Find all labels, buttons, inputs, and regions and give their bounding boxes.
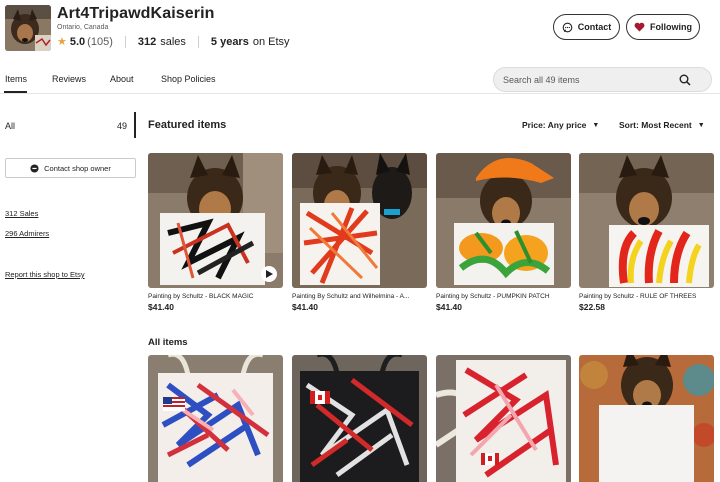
following-label: Following xyxy=(650,22,692,32)
featured-items-title: Featured items xyxy=(148,119,227,131)
listing-price: $22.58 xyxy=(579,302,605,312)
following-button[interactable]: Following xyxy=(626,14,700,40)
contact-label: Contact xyxy=(577,22,612,32)
listing-price: $41.40 xyxy=(436,302,462,312)
chat-bubble-icon xyxy=(30,163,39,173)
listing-image[interactable] xyxy=(436,153,571,288)
tab-reviews[interactable]: Reviews xyxy=(52,74,86,84)
contact-shop-owner-button[interactable]: Contact shop owner xyxy=(5,158,136,178)
years-suffix: on Etsy xyxy=(252,35,290,48)
heart-icon xyxy=(634,22,645,32)
listing-title[interactable]: Painting by Schultz - PUMPKIN PATCH xyxy=(436,293,571,300)
tab-about[interactable]: About xyxy=(110,74,134,84)
tab-shop-policies[interactable]: Shop Policies xyxy=(161,74,216,84)
years-value: 5 years xyxy=(210,35,249,48)
stat-divider xyxy=(197,35,199,48)
report-shop-link[interactable]: Report this shop to Etsy xyxy=(5,270,85,279)
listing-image[interactable] xyxy=(292,153,427,288)
sales-label: sales xyxy=(160,35,186,48)
sales-link[interactable]: 312 Sales xyxy=(5,209,38,218)
listing-title[interactable]: Painting by Schultz - RULE OF THREES xyxy=(579,293,714,300)
sort-label: Sort: Most Recent xyxy=(619,120,692,130)
listing-title[interactable]: Painting by Schultz - BLACK MAGIC xyxy=(148,293,283,300)
listing-image[interactable] xyxy=(579,355,714,482)
price-filter-label: Price: Any price xyxy=(522,120,587,130)
sidebar-item-all-count: 49 xyxy=(117,121,128,131)
star-icon: ★ xyxy=(57,36,67,48)
listing-image[interactable] xyxy=(148,153,283,288)
sidebar-item-all[interactable]: All xyxy=(5,121,15,131)
listing-title[interactable]: Painting By Schultz and Wilhelmina - A..… xyxy=(292,293,427,300)
sidebar-active-indicator xyxy=(134,112,136,138)
listing-card[interactable]: Painting by Schultz - BLACK MAGIC $41.40 xyxy=(148,153,283,312)
rating-value: 5.0 xyxy=(69,35,86,48)
stat-divider xyxy=(124,35,126,48)
rating-count[interactable]: (105) xyxy=(87,36,113,48)
sort-dropdown[interactable]: Sort: Most Recent ▼ xyxy=(619,120,705,130)
shop-avatar[interactable] xyxy=(5,5,51,51)
listing-card[interactable]: Painting by Schultz - PUMPKIN PATCH $41.… xyxy=(436,153,571,312)
listing-image[interactable] xyxy=(148,355,283,482)
shop-name: Art4TripawdKaiserin xyxy=(57,5,215,22)
price-filter[interactable]: Price: Any price ▼ xyxy=(522,120,599,130)
listing-price: $41.40 xyxy=(148,302,174,312)
contact-shop-owner-label: Contact shop owner xyxy=(44,163,111,173)
search-input[interactable] xyxy=(503,74,673,85)
contact-button[interactable]: Contact xyxy=(553,14,620,40)
listing-card[interactable]: Painting by Schultz - RULE OF THREES $22… xyxy=(579,153,714,312)
caret-down-icon: ▼ xyxy=(697,121,705,129)
shop-stats: ★ 5.0 (105) 312 sales 5 years on Etsy xyxy=(57,35,290,48)
search-icon[interactable] xyxy=(679,74,691,88)
tab-items[interactable]: Items xyxy=(5,74,27,84)
listing-image[interactable] xyxy=(292,355,427,482)
chat-bubble-icon xyxy=(562,22,573,33)
nav-divider xyxy=(0,93,720,94)
sales-count: 312 xyxy=(137,35,157,48)
caret-down-icon: ▼ xyxy=(592,121,600,129)
listing-price: $41.40 xyxy=(292,302,318,312)
shop-location: Ontario, Canada xyxy=(57,24,109,31)
search-box[interactable] xyxy=(493,67,712,92)
admirers-link[interactable]: 296 Admirers xyxy=(5,229,49,238)
listing-image[interactable] xyxy=(436,355,571,482)
listing-card[interactable]: Painting By Schultz and Wilhelmina - A..… xyxy=(292,153,427,312)
all-items-title: All items xyxy=(148,337,188,348)
listing-image[interactable] xyxy=(579,153,714,288)
play-icon[interactable] xyxy=(261,266,277,282)
